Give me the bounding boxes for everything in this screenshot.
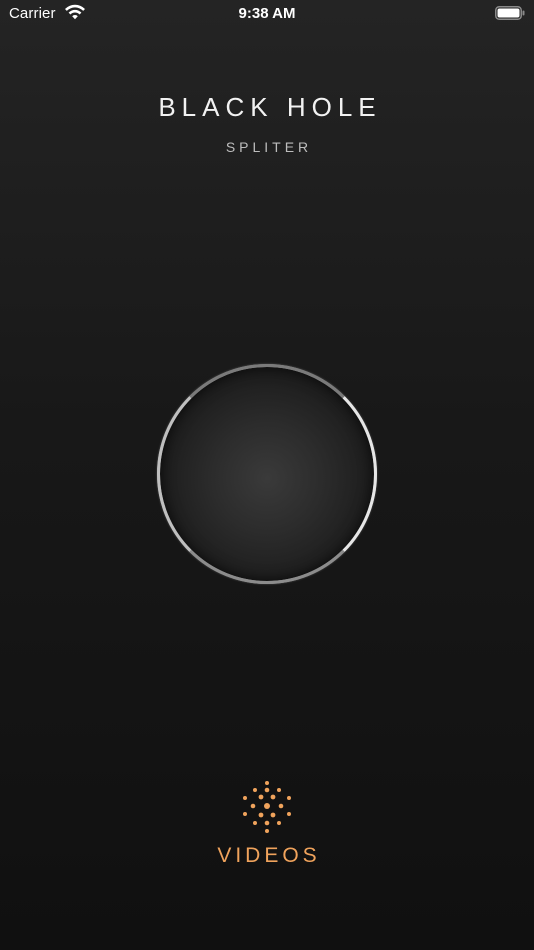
status-bar: Carrier 9:38 AM [0,0,534,28]
status-time: 9:38 AM [238,5,296,22]
videos-label: VIDEOS [217,844,321,867]
title-block: BLACK HOLE SPLITER [0,92,534,155]
app-title: BLACK HOLE [158,92,382,122]
videos-button[interactable]: VIDEOS [192,780,342,880]
battery-icon [495,6,525,20]
black-hole-orb-button[interactable] [157,364,377,584]
dots-burst-icon [243,781,291,833]
app-subtitle: SPLITER [225,139,313,155]
orb-ring [157,364,377,584]
